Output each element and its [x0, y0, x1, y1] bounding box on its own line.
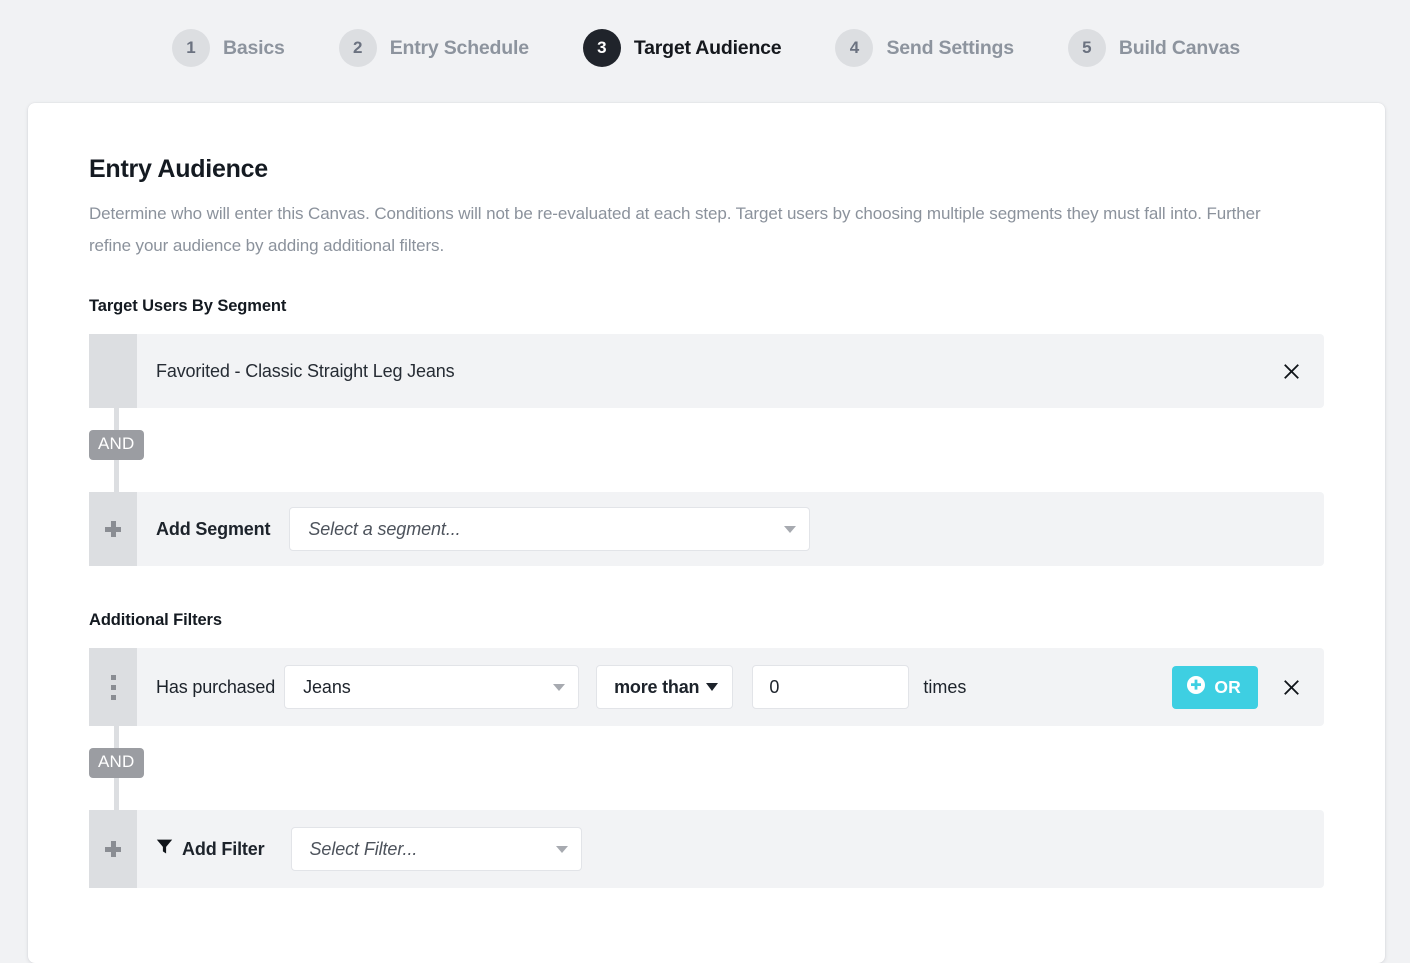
chevron-down-icon [784, 526, 796, 533]
drag-handle-icon[interactable] [111, 675, 116, 700]
chevron-down-icon [553, 684, 565, 691]
add-segment-rail[interactable] [89, 492, 137, 566]
filter-count-input[interactable] [752, 665, 909, 709]
wizard-stepper: 1 Basics 2 Entry Schedule 3 Target Audie… [0, 0, 1410, 96]
step-3-label: Target Audience [634, 37, 782, 60]
caret-down-icon [706, 683, 718, 691]
filter-row: Has purchased Jeans more than times [89, 648, 1324, 726]
step-3-target-audience[interactable]: 3 Target Audience [583, 29, 782, 67]
filter-attribute-value: Jeans [303, 677, 351, 698]
segments-section-title: Target Users By Segment [89, 297, 1324, 316]
entry-audience-card: Entry Audience Determine who will enter … [28, 103, 1385, 963]
segment-builder: AND Favorited - Classic Straight Leg Jea… [89, 334, 1324, 566]
filter-builder: AND Has purchased Jeans more than [89, 648, 1324, 888]
plus-icon [105, 521, 121, 537]
step-4-number: 4 [835, 29, 873, 67]
segment-row-selected: Favorited - Classic Straight Leg Jeans [89, 334, 1324, 408]
page-title: Entry Audience [89, 155, 1324, 184]
add-segment-label: Add Segment [156, 519, 270, 540]
close-x-icon[interactable] [1280, 676, 1302, 698]
add-filter-label-group: Add Filter [156, 838, 265, 860]
add-or-condition-label: OR [1214, 677, 1241, 698]
step-4-send-settings[interactable]: 4 Send Settings [835, 29, 1013, 67]
filter-row-drag-rail[interactable] [89, 648, 137, 726]
step-4-label: Send Settings [886, 37, 1013, 60]
page-description: Determine who will enter this Canvas. Co… [89, 198, 1304, 262]
circle-plus-icon [1186, 675, 1206, 700]
filter-comparator-dropdown[interactable]: more than [596, 665, 733, 709]
filter-select-placeholder: Select Filter... [310, 839, 418, 860]
step-1-number: 1 [172, 29, 210, 67]
filter-and-badge: AND [89, 748, 144, 778]
add-filter-row[interactable]: Add Filter Select Filter... [89, 810, 1324, 888]
segment-select-dropdown[interactable]: Select a segment... [289, 507, 810, 551]
step-5-number: 5 [1068, 29, 1106, 67]
filters-section-title: Additional Filters [89, 611, 1324, 630]
chevron-down-icon [556, 846, 568, 853]
step-2-label: Entry Schedule [390, 37, 529, 60]
step-1-basics[interactable]: 1 Basics [172, 29, 285, 67]
add-or-condition-button[interactable]: OR [1172, 666, 1258, 709]
filter-label: Has purchased [156, 677, 275, 698]
step-2-number: 2 [339, 29, 377, 67]
step-3-number: 3 [583, 29, 621, 67]
step-5-label: Build Canvas [1119, 37, 1240, 60]
funnel-icon [156, 838, 173, 860]
segment-select-placeholder: Select a segment... [308, 519, 460, 540]
filter-comparator-value: more than [614, 677, 699, 698]
filter-select-dropdown[interactable]: Select Filter... [291, 827, 582, 871]
segment-name-label: Favorited - Classic Straight Leg Jeans [156, 361, 454, 382]
add-filter-label: Add Filter [182, 839, 265, 860]
close-x-icon[interactable] [1280, 360, 1302, 382]
segment-and-badge: AND [89, 430, 144, 460]
step-1-label: Basics [223, 37, 285, 60]
plus-icon [105, 841, 121, 857]
step-2-entry-schedule[interactable]: 2 Entry Schedule [339, 29, 529, 67]
add-filter-rail[interactable] [89, 810, 137, 888]
filter-attribute-dropdown[interactable]: Jeans [284, 665, 579, 709]
step-5-build-canvas[interactable]: 5 Build Canvas [1068, 29, 1240, 67]
add-segment-row[interactable]: Add Segment Select a segment... [89, 492, 1324, 566]
filter-unit-label: times [923, 677, 966, 698]
segment-row-rail [89, 334, 137, 408]
